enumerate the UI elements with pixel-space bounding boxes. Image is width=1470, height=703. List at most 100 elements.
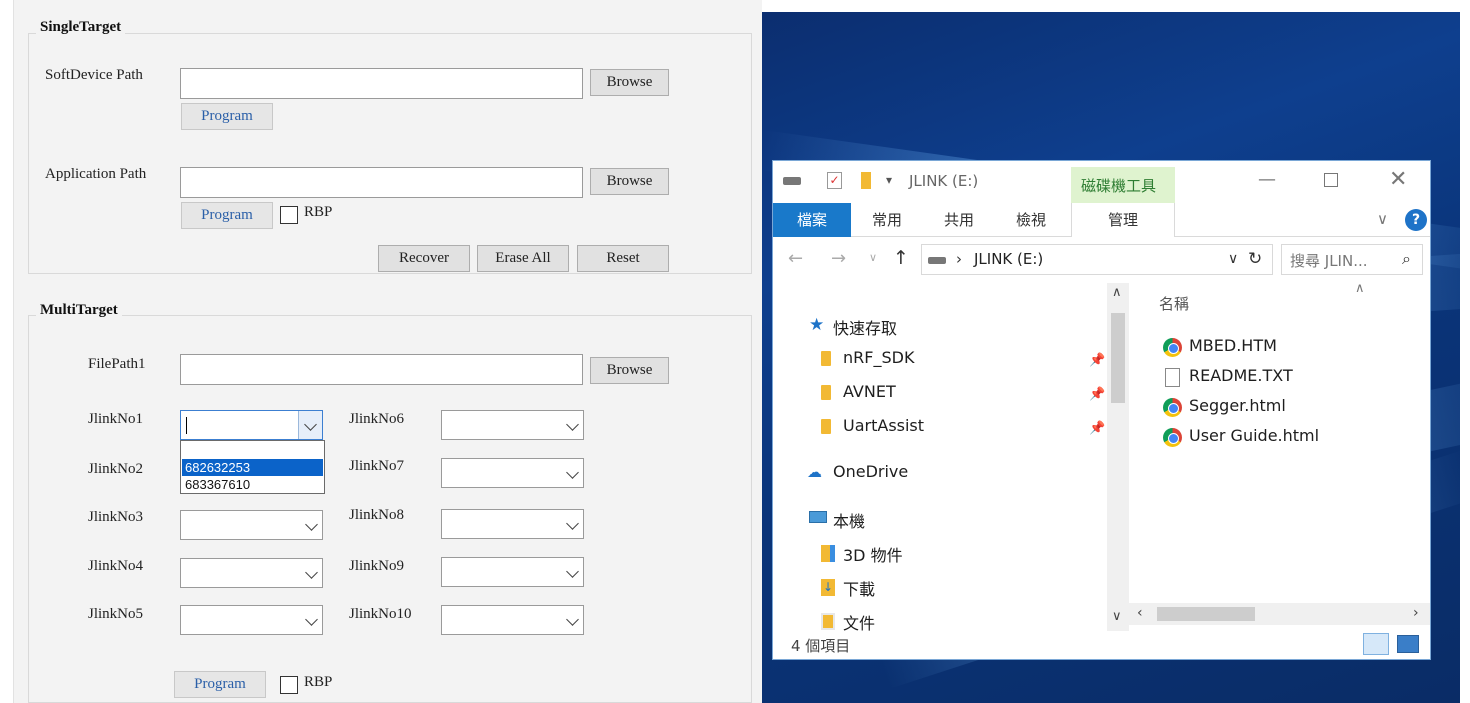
chevron-down-icon [304,418,317,431]
jlinkno8-label: JlinkNo8 [349,507,405,523]
window-title: JLINK (E:) [909,172,979,190]
jlinkno1-label: JlinkNo1 [88,411,144,427]
chrome-icon [1163,428,1182,447]
nav-3d-objects[interactable]: 3D 物件 [843,542,903,566]
dropdown-option-selected[interactable]: 682632253 [182,459,323,476]
jlinkno5-label: JlinkNo5 [88,606,144,622]
application-browse-button[interactable]: Browse [590,168,669,195]
properties-icon[interactable]: ✓ [827,172,842,189]
refresh-icon[interactable]: ↻ [1248,249,1262,269]
pin-icon[interactable]: 📌 [1089,421,1105,436]
tab-manage[interactable]: 管理 [1071,203,1175,237]
maximize-icon[interactable] [1324,173,1338,187]
jlinkno3-combo[interactable] [180,510,323,540]
item-count: 4 個項目 [791,637,851,655]
jlinkno9-combo[interactable] [441,557,584,587]
multi-program-button[interactable]: Program [174,671,266,698]
jlinkno4-combo[interactable] [180,558,323,588]
navigation-pane: ★ 快速存取 nRF_SDK 📌 AVNET 📌 UartAssist 📌 ☁ … [773,283,1107,633]
file-item[interactable]: Segger.html [1189,396,1286,415]
pin-icon[interactable]: 📌 [1089,387,1105,402]
help-icon[interactable]: ? [1405,209,1427,231]
horizontal-scroll-thumb[interactable] [1157,607,1255,621]
tab-home[interactable]: 常用 [857,203,917,237]
single-rbp-label: RBP [304,204,333,220]
nav-scrollbar[interactable]: ∧ ∨ [1107,283,1129,631]
jlinkno7-combo[interactable] [441,458,584,488]
scroll-down-icon[interactable]: ∨ [1112,609,1122,624]
details-view-icon[interactable] [1363,633,1389,655]
recover-button[interactable]: Recover [378,245,470,272]
sort-ascending-icon: ∧ [1355,281,1365,296]
softdevice-program-button[interactable]: Program [181,103,273,130]
nav-downloads[interactable]: 下載 [843,576,875,600]
file-explorer-window: ✓ ▾ JLINK (E:) 磁碟機工具 — ✕ 檔案 常用 共用 檢視 管理 … [772,160,1431,660]
softdevice-browse-button[interactable]: Browse [590,69,669,96]
search-input[interactable]: 搜尋 JLIN... ⌕ [1281,244,1423,275]
jlinkno6-combo[interactable] [441,410,584,440]
search-icon[interactable]: ⌕ [1402,249,1411,269]
file-item[interactable]: README.TXT [1189,366,1293,385]
address-bar[interactable]: › JLINK (E:) ∨ ↻ [921,244,1273,275]
application-path-input[interactable] [180,167,583,198]
tab-share[interactable]: 共用 [929,203,989,237]
nav-onedrive[interactable]: OneDrive [833,462,908,481]
scroll-right-icon[interactable]: › [1413,605,1419,621]
quick-access-toolbar-dropdown-icon[interactable]: ▾ [886,173,892,187]
large-icons-view-icon[interactable] [1397,635,1419,653]
pin-icon[interactable]: 📌 [1089,353,1105,368]
close-icon[interactable]: ✕ [1389,167,1407,192]
chevron-down-icon [305,613,318,626]
filepath1-input[interactable] [180,354,583,385]
jlinkno10-combo[interactable] [441,605,584,635]
jlinkno1-dropdown-button[interactable] [298,411,322,439]
tab-view[interactable]: 檢視 [1001,203,1061,237]
back-arrow-icon[interactable]: ← [788,248,803,269]
column-header-name[interactable]: 名稱 [1159,293,1189,314]
chevron-down-icon [566,565,579,578]
nav-scroll-thumb[interactable] [1111,313,1125,403]
single-rbp-checkbox[interactable] [280,206,298,224]
tab-file[interactable]: 檔案 [773,203,851,237]
new-folder-icon[interactable] [861,172,871,189]
folder-icon [821,419,831,434]
minimize-icon[interactable]: — [1258,169,1276,190]
chrome-icon [1163,398,1182,417]
chevron-down-icon [566,613,579,626]
star-icon: ★ [809,315,825,335]
scroll-up-icon[interactable]: ∧ [1112,285,1122,300]
address-row: ← → ∨ ↑ › JLINK (E:) ∨ ↻ 搜尋 JLIN... ⌕ [773,239,1430,281]
jlinkno8-combo[interactable] [441,509,584,539]
application-program-button[interactable]: Program [181,202,273,229]
address-dropdown-icon[interactable]: ∨ [1228,251,1238,267]
title-bar[interactable]: ✓ ▾ JLINK (E:) 磁碟機工具 — ✕ [773,161,1430,203]
nav-this-pc[interactable]: 本機 [833,508,865,532]
forward-arrow-icon[interactable]: → [831,248,846,269]
nav-folder-nrf-sdk[interactable]: nRF_SDK [843,348,914,367]
scroll-left-icon[interactable]: ‹ [1137,605,1143,621]
filepath1-browse-button[interactable]: Browse [590,357,669,384]
jlinkno1-combo[interactable] [180,410,323,440]
expand-ribbon-icon[interactable]: ∨ [1377,210,1388,228]
nav-quick-access[interactable]: 快速存取 [833,315,897,339]
erase-all-button[interactable]: Erase All [477,245,569,272]
nav-folder-uartassist[interactable]: UartAssist [843,416,924,435]
dropdown-option[interactable] [182,442,323,459]
dropdown-option[interactable]: 683367610 [182,476,323,493]
multi-rbp-checkbox[interactable] [280,676,298,694]
recent-locations-icon[interactable]: ∨ [869,251,877,264]
horizontal-scrollbar[interactable]: ‹ › [1129,603,1430,625]
nav-folder-avnet[interactable]: AVNET [843,382,896,401]
reset-button[interactable]: Reset [577,245,669,272]
jlinkno5-combo[interactable] [180,605,323,635]
file-item[interactable]: MBED.HTM [1189,336,1277,355]
up-arrow-icon[interactable]: ↑ [893,247,909,269]
onedrive-cloud-icon: ☁ [807,463,822,481]
drive-icon [783,177,801,185]
softdevice-path-input[interactable] [180,68,583,99]
breadcrumb-separator-icon: › [956,250,962,268]
text-file-icon [1165,368,1180,387]
file-item[interactable]: User Guide.html [1189,426,1319,445]
filepath1-label: FilePath1 [88,356,146,372]
chevron-down-icon [566,466,579,479]
